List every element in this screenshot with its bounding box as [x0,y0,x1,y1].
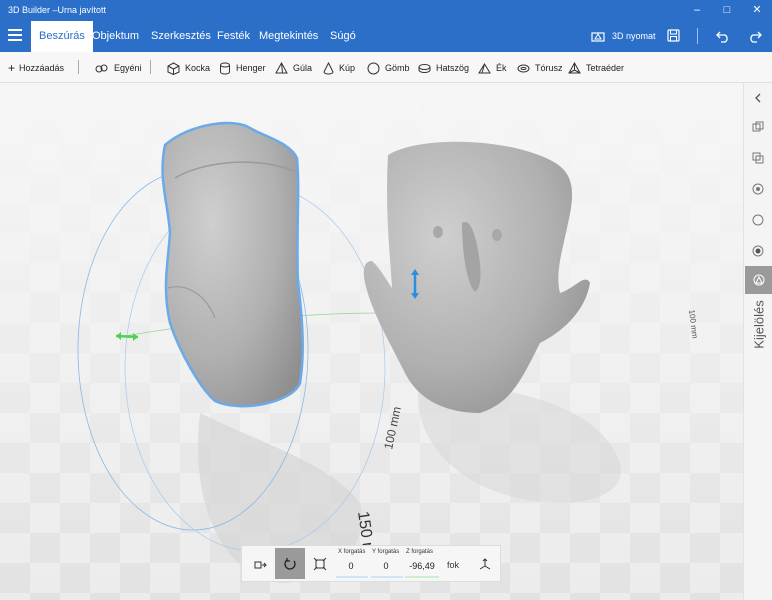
redo-icon[interactable] [748,29,762,43]
shape-sphere-button[interactable]: Gömb [367,61,410,75]
custom-shapes-icon [95,64,108,73]
shape-torus-button[interactable]: Tórusz [517,61,563,75]
tab-view[interactable]: Megtekintés [251,21,326,52]
shape-hexagon-button[interactable]: Hatszög [418,61,469,75]
selection-panel-text: Kijelölés [751,300,767,349]
collapse-chevron-icon[interactable] [752,92,764,104]
x-rotation-input[interactable]: 0 [336,559,368,578]
undo-icon[interactable] [716,29,730,43]
settings-icon[interactable] [752,183,764,195]
title-bar: 3D Builder –Urna javított – □ ✕ [0,0,772,21]
shape-tetrahedron-button[interactable]: Tetraéder [568,61,624,75]
copy-icon[interactable] [752,152,764,164]
z-rotation-value: -96,49 [409,561,435,571]
cylinder-icon [220,62,230,74]
tab-object[interactable]: Objektum [84,21,147,52]
scale-button[interactable] [305,548,335,579]
scene-canvas[interactable]: 100 mm 100 mm 150 mm [0,83,743,600]
add-button[interactable]: + Hozzáadás [8,61,64,75]
right-vase-eye-left [433,226,443,238]
x-rotation-label: X forgatás [338,549,366,555]
right-vase-eye-right [492,229,502,241]
cube-icon [167,61,180,75]
close-button[interactable]: ✕ [746,2,768,18]
tab-help[interactable]: Súgó [322,21,364,52]
pyramid-icon [275,61,288,73]
tetrahedron-icon [568,61,581,73]
insert-toolbar: + Hozzáadás Egyéni Kocka Henger Gúla Kúp… [0,52,772,83]
circle-icon[interactable] [752,214,764,226]
shape-cone-button[interactable]: Kúp [323,61,355,75]
shape-wedge-button[interactable]: Ék [478,61,507,75]
shape-hexagon-label: Hatszög [436,63,470,73]
wedge-icon [478,62,491,73]
ribbon-separator [697,28,698,44]
duplicate-icon[interactable] [752,121,764,133]
z-rotation-underline [405,576,439,578]
shape-cylinder-label: Henger [236,63,266,73]
print-3d-icon [591,32,605,42]
shape-wedge-label: Ék [496,63,507,73]
maximize-button[interactable]: □ [716,2,738,18]
shape-torus-label: Tórusz [535,63,563,73]
window-title: 3D Builder –Urna javított [8,5,107,15]
target-icon[interactable] [752,245,764,257]
axis-arrows-icon [479,557,491,569]
y-rotation-input[interactable]: 0 [371,559,403,578]
z-rotation-label: Z forgatás [406,549,434,555]
selection-panel-label[interactable]: Kijelölés [747,297,771,349]
sphere-icon [367,62,380,74]
add-label: Hozzáadás [19,63,65,73]
shape-cone-label: Kúp [339,63,356,73]
shape-pyramid-label: Gúla [293,63,313,73]
z-rotation-input[interactable]: -96,49 [405,559,439,578]
scale-icon [313,557,327,570]
selection-mode-button[interactable] [745,266,772,294]
move-button[interactable] [245,548,275,579]
plus-icon: + [8,61,16,75]
shape-cube-button[interactable]: Kocka [167,61,210,75]
print-3d-button[interactable]: 3D nyomat [612,21,656,52]
shape-tetrahedron-label: Tetraéder [586,63,625,73]
shape-cube-label: Kocka [185,63,211,73]
custom-label: Egyéni [114,63,142,73]
y-rotation-value: 0 [383,561,389,571]
toolbar-separator [150,60,151,74]
minimize-button[interactable]: – [686,2,708,18]
save-icon[interactable] [667,29,680,42]
rotate-button[interactable] [275,548,305,579]
selection-icon [753,274,765,286]
drop-to-plate-button[interactable] [470,548,500,579]
hexagon-prism-icon [418,63,431,73]
cone-icon [323,61,334,74]
shape-sphere-label: Gömb [385,63,410,73]
custom-button[interactable]: Egyéni [95,61,142,75]
move-icon [254,561,267,568]
torus-icon [517,64,530,72]
rotation-unit: fok [447,560,460,570]
toolbar-separator [78,60,79,74]
rotate-icon [284,557,296,570]
3d-viewport[interactable]: 100 mm 100 mm 150 mm [0,83,743,600]
tab-edit[interactable]: Szerkesztés [143,21,219,52]
x-rotation-underline [336,576,368,578]
y-rotation-label: Y forgatás [372,549,400,555]
transform-toolbar: X forgatás 0 Y forgatás 0 Z forgatás -96… [241,545,501,582]
shape-pyramid-button[interactable]: Gúla [275,61,312,75]
shape-cylinder-button[interactable]: Henger [219,61,266,75]
hamburger-menu-icon[interactable] [8,29,22,43]
ribbon: Beszúrás Objektum Szerkesztés Festék Meg… [0,21,772,52]
y-rotation-underline [371,576,403,578]
x-rotation-value: 0 [348,561,354,571]
